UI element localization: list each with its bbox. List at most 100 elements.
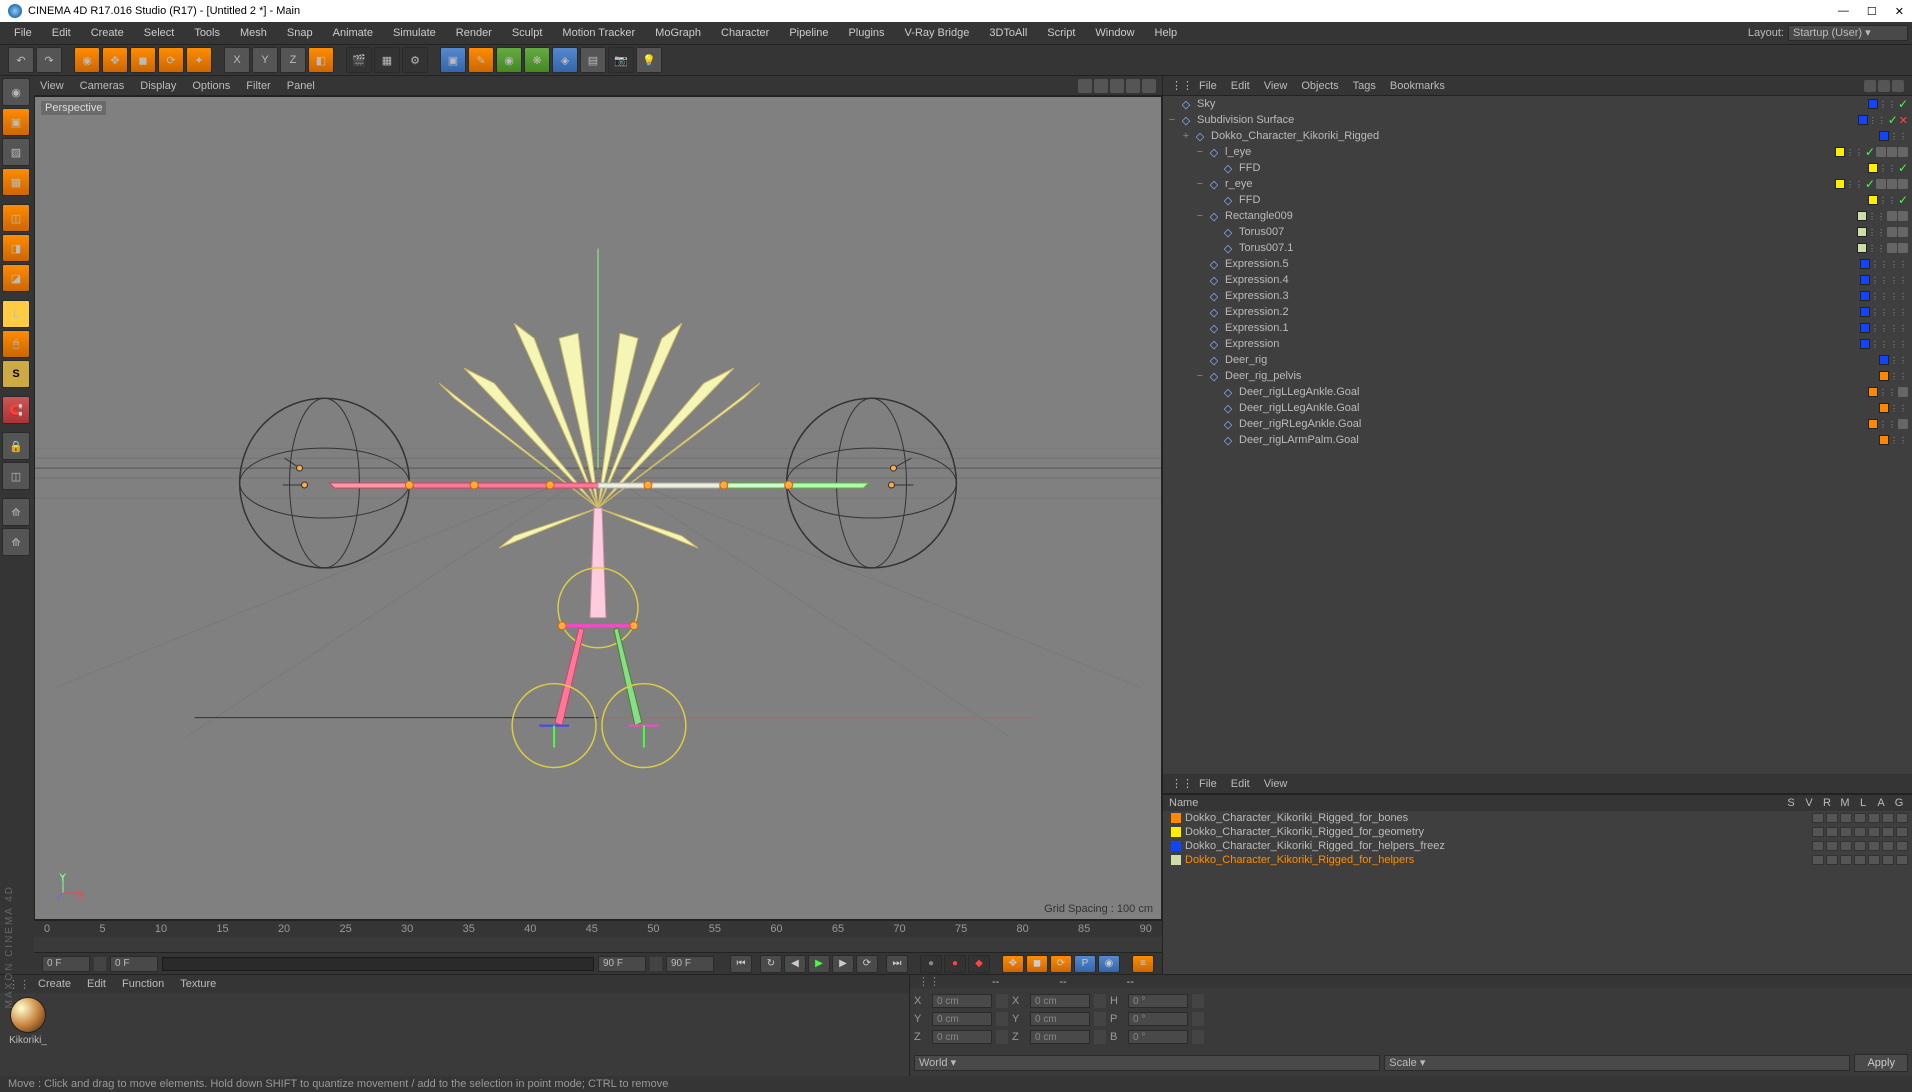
- spinner[interactable]: [1192, 994, 1204, 1008]
- viewport-config-icon[interactable]: [1078, 79, 1092, 93]
- object-tree[interactable]: ◇Sky⋮⋮✓−◇Subdivision Surface⋮⋮✓✕+◇Dokko_…: [1163, 96, 1912, 774]
- layer-color[interactable]: [1868, 195, 1878, 205]
- layer-color[interactable]: [1835, 147, 1845, 157]
- layer-color[interactable]: [1868, 99, 1878, 109]
- enable-check-icon[interactable]: ✓: [1898, 97, 1908, 111]
- takes-col-v[interactable]: V: [1802, 797, 1816, 809]
- take-flag[interactable]: [1868, 827, 1880, 837]
- take-row[interactable]: Dokko_Character_Kikoriki_Rigged_for_geom…: [1163, 825, 1912, 839]
- close-button[interactable]: ✕: [1895, 5, 1904, 18]
- layer-color[interactable]: [1868, 419, 1878, 429]
- enable-check-icon[interactable]: ✓: [1865, 177, 1875, 191]
- spinner[interactable]: [1192, 1012, 1204, 1026]
- tree-row[interactable]: ◇Deer_rigLLegAnkle.Goal⋮⋮: [1163, 400, 1912, 416]
- layer-color[interactable]: [1868, 163, 1878, 173]
- add-pen[interactable]: ✎: [468, 47, 494, 73]
- take-flag[interactable]: [1826, 827, 1838, 837]
- tag-icon[interactable]: [1898, 147, 1908, 157]
- rotation-field[interactable]: [1128, 1030, 1188, 1044]
- tag-icon[interactable]: [1876, 179, 1886, 189]
- tree-row[interactable]: −◇Subdivision Surface⋮⋮✓✕: [1163, 112, 1912, 128]
- frame-spinner[interactable]: [94, 957, 106, 971]
- take-flag[interactable]: [1896, 841, 1908, 851]
- mat-menu-function[interactable]: Function: [122, 978, 164, 990]
- enable-check-icon[interactable]: ✓: [1865, 145, 1875, 159]
- mat-menu-texture[interactable]: Texture: [180, 978, 216, 990]
- menu-mograph[interactable]: MoGraph: [645, 22, 711, 44]
- visibility-dots[interactable]: ⋮⋮: [1879, 196, 1897, 205]
- add-nurbs[interactable]: ◉: [496, 47, 522, 73]
- layer-color[interactable]: [1879, 355, 1889, 365]
- snap-mode[interactable]: S: [2, 360, 30, 388]
- viewport-layout-icon[interactable]: [1126, 79, 1140, 93]
- render-settings[interactable]: ⚙: [402, 47, 428, 73]
- take-flag[interactable]: [1854, 855, 1866, 865]
- viewport-canvas[interactable]: Perspective: [34, 96, 1162, 920]
- prev-frame-button[interactable]: ◀: [784, 955, 806, 973]
- spinner[interactable]: [1192, 1030, 1204, 1044]
- tree-expand-icon[interactable]: −: [1167, 114, 1177, 126]
- take-flag[interactable]: [1882, 813, 1894, 823]
- take-flag[interactable]: [1868, 841, 1880, 851]
- visibility-dots[interactable]: ⋮⋮: [1890, 292, 1908, 301]
- add-cube[interactable]: ▣: [440, 47, 466, 73]
- layer-color[interactable]: [1860, 339, 1870, 349]
- take-row[interactable]: Dokko_Character_Kikoriki_Rigged_for_bone…: [1163, 811, 1912, 825]
- take-flag[interactable]: [1826, 841, 1838, 851]
- layer-color[interactable]: [1860, 323, 1870, 333]
- z-axis-lock[interactable]: Z: [280, 47, 306, 73]
- visibility-dots[interactable]: ⋮⋮: [1871, 324, 1889, 333]
- tree-row[interactable]: ◇Expression⋮⋮⋮⋮: [1163, 336, 1912, 352]
- menu-sculpt[interactable]: Sculpt: [502, 22, 553, 44]
- spinner[interactable]: [996, 1030, 1008, 1044]
- loop-button[interactable]: ↻: [760, 955, 782, 973]
- model-mode[interactable]: ◉: [2, 78, 30, 106]
- take-flag[interactable]: [1896, 855, 1908, 865]
- mat-menu-edit[interactable]: Edit: [87, 978, 106, 990]
- take-flag[interactable]: [1812, 855, 1824, 865]
- take-flag[interactable]: [1840, 855, 1852, 865]
- visibility-dots[interactable]: ⋮⋮: [1871, 260, 1889, 269]
- objects-menu-view[interactable]: View: [1264, 80, 1288, 92]
- preview-end-field[interactable]: [598, 956, 646, 972]
- goto-start-button[interactable]: ⏮: [730, 955, 752, 973]
- viewport-menu-display[interactable]: Display: [140, 80, 176, 92]
- tree-row[interactable]: −◇Rectangle009⋮⋮: [1163, 208, 1912, 224]
- layer-color[interactable]: [1879, 403, 1889, 413]
- takes-menu-file[interactable]: File: [1199, 778, 1217, 790]
- size-field[interactable]: [1030, 994, 1090, 1008]
- move-tool[interactable]: ✥: [102, 47, 128, 73]
- time-slider[interactable]: [162, 957, 594, 971]
- visibility-dots[interactable]: ⋮⋮: [1890, 356, 1908, 365]
- viewport-menu-options[interactable]: Options: [192, 80, 230, 92]
- timeline-ruler[interactable]: 051015202530354045505560657075808590: [34, 921, 1162, 937]
- tree-row[interactable]: ◇FFD⋮⋮✓: [1163, 192, 1912, 208]
- mat-menu-create[interactable]: Create: [38, 978, 71, 990]
- add-light[interactable]: 💡: [636, 47, 662, 73]
- visibility-dots[interactable]: ⋮⋮: [1879, 420, 1897, 429]
- viewport-menu-panel[interactable]: Panel: [287, 80, 315, 92]
- takes-menu-view[interactable]: View: [1264, 778, 1288, 790]
- tag-icon[interactable]: [1887, 243, 1897, 253]
- tree-row[interactable]: ◇Deer_rig⋮⋮: [1163, 352, 1912, 368]
- object-mode[interactable]: ▣: [2, 108, 30, 136]
- take-flag[interactable]: [1868, 855, 1880, 865]
- panel-grip-icon[interactable]: ⋮⋮: [918, 975, 932, 988]
- tweak-mode[interactable]: 🖱: [2, 330, 30, 358]
- viewport-solo[interactable]: ◫: [2, 462, 30, 490]
- visibility-dots[interactable]: ⋮⋮: [1871, 292, 1889, 301]
- visibility-dots[interactable]: ⋮⋮: [1846, 148, 1864, 157]
- visibility-dots[interactable]: ⋮⋮: [1890, 276, 1908, 285]
- visibility-dots[interactable]: ⋮⋮: [1879, 388, 1897, 397]
- spinner[interactable]: [996, 1012, 1008, 1026]
- tree-expand-icon[interactable]: −: [1195, 370, 1205, 382]
- layer-color[interactable]: [1857, 227, 1867, 237]
- undo-button[interactable]: ↶: [8, 47, 34, 73]
- tree-expand-icon[interactable]: +: [1181, 130, 1191, 142]
- position-field[interactable]: [932, 1012, 992, 1026]
- takes-col-s[interactable]: S: [1784, 797, 1798, 809]
- layer-color[interactable]: [1857, 243, 1867, 253]
- tree-row[interactable]: −◇r_eye⋮⋮✓: [1163, 176, 1912, 192]
- apply-button[interactable]: Apply: [1854, 1054, 1908, 1072]
- tag-icon[interactable]: [1898, 179, 1908, 189]
